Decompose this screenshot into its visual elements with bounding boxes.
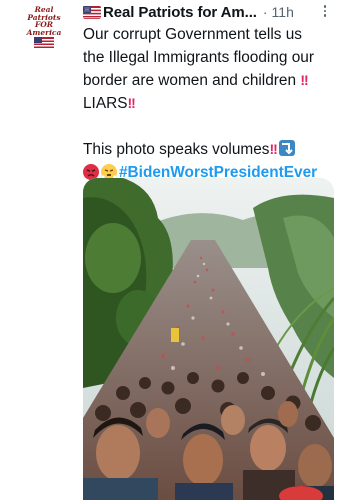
avatar[interactable]: Real Patriots FOR America [13,4,75,58]
display-name[interactable]: Real Patriots for Am... [103,4,257,21]
tweet-line-5: This photo speaks volumes!! [83,138,343,161]
logo-flag-icon [34,37,54,48]
double-exclamation-icon: !! [300,72,308,88]
tweet-line-3-text: border are women and children [83,72,297,89]
tweet-line-2: the Illegal Immigrants flooding our [83,49,314,66]
tweet-line-4-text: LIARS [83,95,128,112]
tweet[interactable]: Real Patriots FOR America Real Patriots … [0,0,347,500]
us-flag-icon [83,5,101,19]
tweet-photo[interactable] [83,178,334,500]
logo-line-4: America [26,27,62,37]
tweet-text: Our corrupt Government tells us the Ille… [83,23,343,184]
more-options-icon[interactable] [318,2,332,20]
tweet-line-5-text: This photo speaks volumes [83,141,270,158]
tweet-header: Real Patriots for Am... · 11h [83,2,323,22]
crowd-photo-illustration [83,178,334,500]
double-exclamation-icon: !! [269,141,278,157]
tweet-line-4: LIARS!! [83,92,343,115]
tweet-line-1: Our corrupt Government tells us [83,26,302,43]
tweet-line-3: border are women and children !! [83,69,343,92]
arrow-curving-down-icon [278,140,295,156]
double-exclamation-icon: !! [127,95,135,111]
separator-dot: · [262,4,268,20]
timestamp[interactable]: 11h [272,4,294,20]
